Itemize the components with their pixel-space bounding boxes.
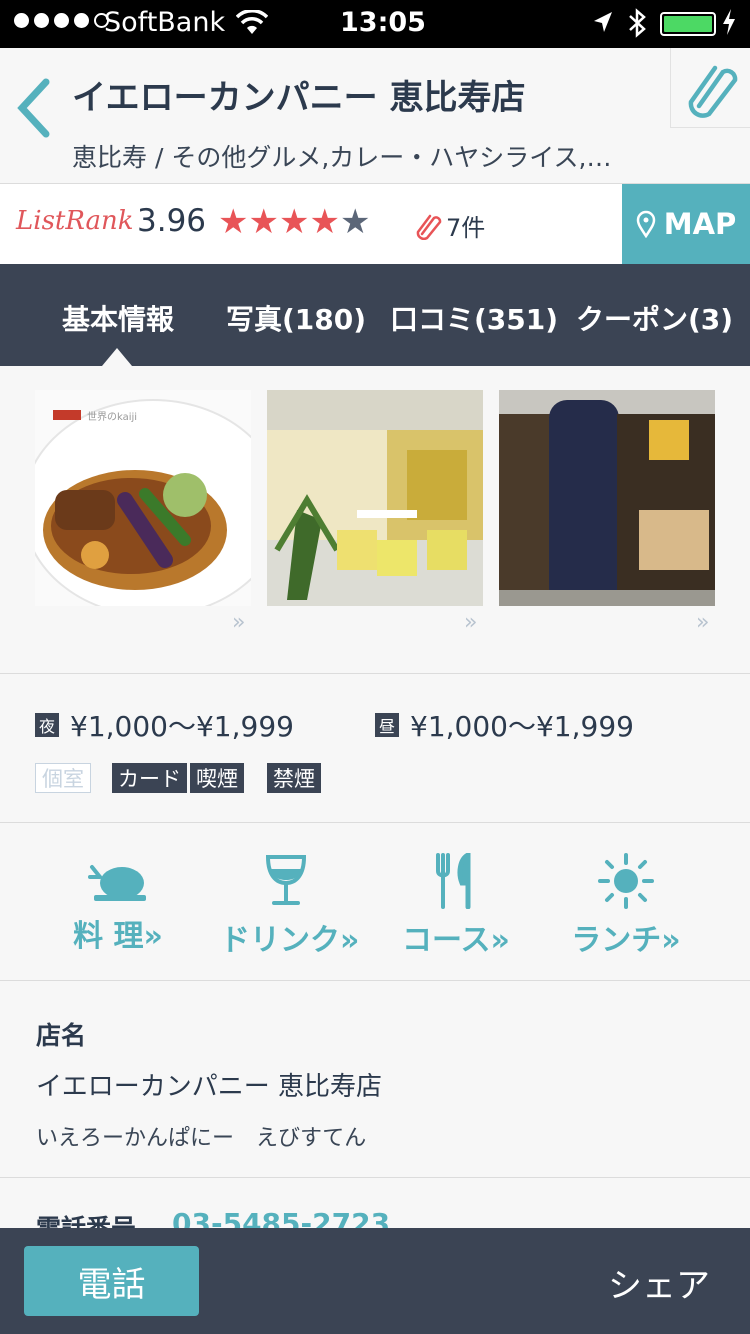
star-icon: ★	[278, 202, 310, 242]
feature-non-smoking: 禁煙	[267, 763, 321, 793]
night-tag: 夜	[35, 713, 59, 737]
shop-name-heading: 店名	[36, 1021, 87, 1050]
drink-icon	[265, 855, 307, 905]
category-lunch-label: ランチ»	[571, 923, 681, 958]
clip-count-label: 7件	[446, 214, 486, 242]
night-price: ¥1,000〜¥1,999	[70, 710, 294, 743]
category-lunch[interactable]: ランチ»	[570, 853, 682, 959]
map-pin-icon	[636, 210, 655, 238]
map-button[interactable]: MAP	[622, 184, 750, 264]
category-course[interactable]: コース»	[400, 853, 512, 959]
chevron-left-icon	[17, 78, 50, 138]
header: イエローカンパニー 恵比寿店 恵比寿 / その他グルメ,カレー・ハヤシライス,…	[0, 48, 750, 184]
star-icon: ★	[248, 202, 279, 242]
photo-strip: 世界のkaiji » » »	[0, 366, 750, 674]
star-empty-icon: ★	[339, 202, 371, 242]
wifi-icon	[235, 9, 269, 43]
rank-bar: ListRank 3.96 ★★★★★ 7件 MAP	[0, 184, 750, 264]
photo-storefront[interactable]	[499, 390, 715, 606]
rank-score: 3.96	[137, 203, 207, 239]
course-icon	[436, 853, 471, 909]
share-button[interactable]: シェア	[608, 1258, 710, 1307]
price-section: 夜 ¥1,000〜¥1,999 昼 ¥1,000〜¥1,999 個室 カード 喫…	[0, 675, 750, 823]
category-drink[interactable]: ドリンク»	[220, 853, 360, 959]
lunch-icon	[598, 853, 654, 909]
paperclip-icon	[688, 65, 738, 118]
category-food-label: 料 理»	[73, 919, 163, 954]
active-tab-indicator	[102, 348, 132, 366]
svg-text:世界のkaiji: 世界のkaiji	[87, 411, 137, 423]
chevron-double-right-icon: »	[696, 610, 710, 635]
category-drink-label: ドリンク»	[220, 923, 360, 958]
shop-name-section: 店名 イエローカンパニー 恵比寿店 いえろーかんぱにー えびすてん	[0, 982, 750, 1178]
chevron-double-right-icon: »	[232, 610, 246, 635]
map-label: MAP	[663, 207, 737, 241]
category-food[interactable]: 料 理»	[70, 853, 166, 955]
feature-card: カード	[112, 763, 187, 793]
area-genre-text: 恵比寿 / その他グルメ,カレー・ハヤシライス,…	[72, 143, 612, 172]
food-icon	[88, 865, 146, 901]
lunch-price: ¥1,000〜¥1,999	[410, 710, 634, 743]
star-rating: ★★★★★	[218, 202, 370, 242]
tab-coupons[interactable]: クーポン(3)	[576, 298, 733, 338]
bluetooth-icon	[626, 8, 648, 45]
tab-photos[interactable]: 写真(180)	[226, 298, 366, 338]
clock: 13:05	[340, 7, 426, 38]
chevron-double-right-icon: »	[464, 610, 478, 635]
charging-bolt-icon	[722, 8, 736, 43]
photo-interior[interactable]	[267, 390, 483, 606]
call-button[interactable]: 電話	[24, 1246, 199, 1316]
tab-reviews[interactable]: 口コミ(351)	[390, 298, 558, 338]
signal-strength-icon	[14, 13, 109, 28]
feature-smoking: 喫煙	[190, 763, 244, 793]
battery-icon	[660, 12, 716, 36]
status-bar: SoftBank 13:05	[0, 0, 750, 48]
clip-count[interactable]: 7件	[416, 208, 485, 243]
bottom-action-bar: 電話 シェア	[0, 1228, 750, 1334]
restaurant-detail-screen: SoftBank 13:05 イエローカンパニー 恵比寿店 恵比寿 / その他グ…	[0, 0, 750, 1334]
feature-private-room: 個室	[35, 763, 91, 793]
clip-button[interactable]	[670, 48, 750, 128]
tab-basic-info[interactable]: 基本情報	[62, 298, 174, 338]
lunch-tag: 昼	[375, 713, 399, 737]
listrank-logo: ListRank	[16, 206, 134, 236]
tab-bar: 基本情報 写真(180) 口コミ(351) クーポン(3)	[0, 264, 750, 366]
paperclip-icon	[416, 214, 442, 240]
carrier-name: SoftBank	[104, 7, 226, 38]
location-arrow-icon	[592, 10, 614, 41]
category-course-label: コース»	[402, 923, 510, 958]
page-title: イエローカンパニー 恵比寿店	[72, 78, 526, 118]
shop-name-kana: いえろーかんぱにー えびすてん	[36, 1126, 367, 1151]
star-icon: ★	[218, 202, 249, 242]
shop-name: イエローカンパニー 恵比寿店	[36, 1072, 383, 1102]
star-icon: ★	[309, 202, 340, 242]
menu-categories: 料 理» ドリンク» コース» ランチ»	[0, 823, 750, 981]
back-button[interactable]	[14, 76, 56, 140]
photo-food[interactable]: 世界のkaiji	[35, 390, 251, 606]
